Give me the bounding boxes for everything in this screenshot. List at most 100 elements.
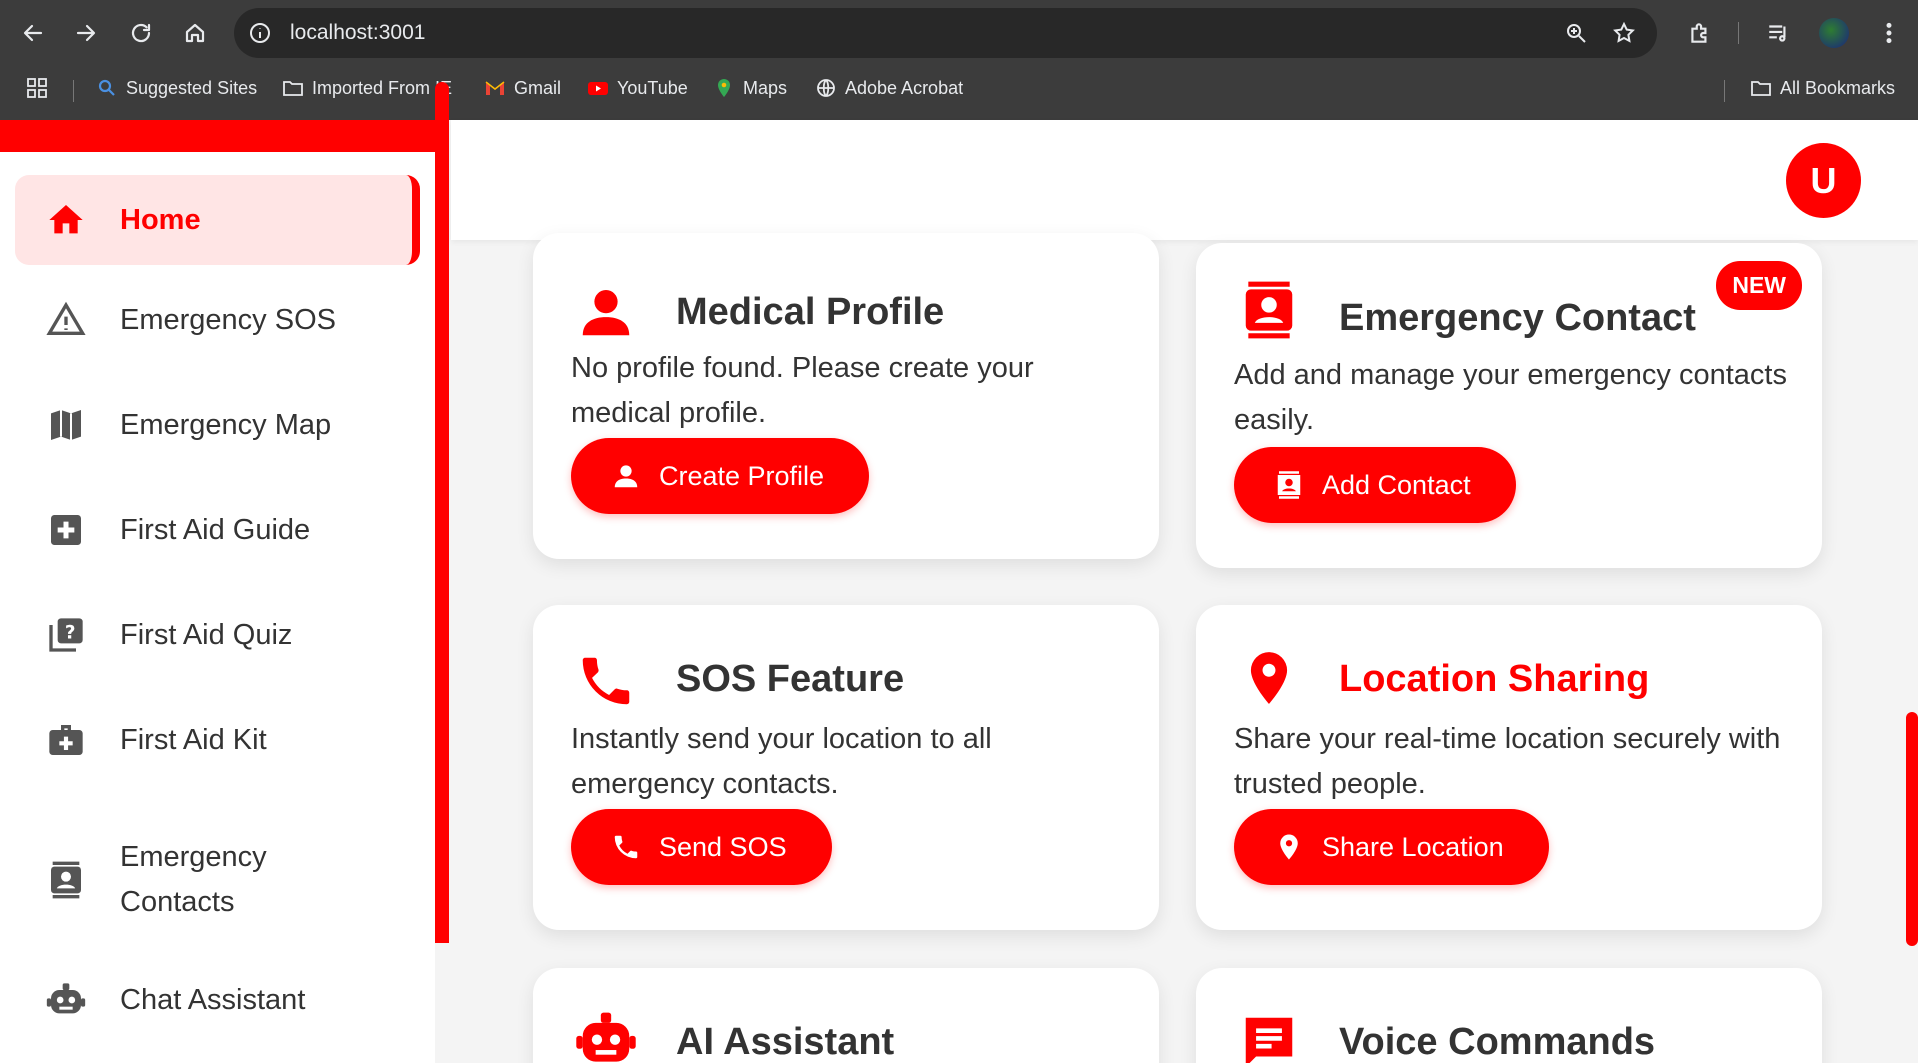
sidebar-item-label: Home — [120, 203, 201, 236]
media-queue-icon[interactable] — [1766, 20, 1792, 46]
bookmark-label: Imported From IE — [312, 77, 453, 98]
create-profile-button[interactable]: Create Profile — [571, 438, 870, 514]
youtube-icon — [587, 77, 609, 99]
bookmark-star-icon[interactable] — [1612, 21, 1636, 45]
card-title: Voice Commands — [1339, 1021, 1656, 1063]
button-label: Add Contact — [1322, 469, 1471, 500]
location-sharing-card: Location Sharing Share your real-time lo… — [1196, 605, 1822, 930]
bookmarks-divider — [1724, 80, 1725, 102]
extensions-icon[interactable] — [1687, 20, 1713, 46]
sidebar-item-label-line: Contacts — [120, 886, 235, 918]
ai-assistant-card: AI Assistant — [533, 968, 1159, 1063]
sidebar-scroll-rail[interactable] — [435, 82, 449, 943]
sidebar-item-emergency-map[interactable]: Emergency Map — [15, 390, 420, 460]
browser-home-icon — [185, 23, 205, 43]
bookmark-label: YouTube — [617, 77, 688, 98]
reload-icon — [131, 23, 151, 43]
medical-plus-icon — [45, 509, 87, 551]
location-pin-icon — [1238, 647, 1300, 709]
sidebar-item-emergency-contacts[interactable]: Emergency Contacts — [15, 825, 420, 935]
share-location-button[interactable]: Share Location — [1234, 809, 1549, 885]
toolbar-divider — [1738, 22, 1739, 44]
message-icon — [1238, 1010, 1300, 1063]
sidebar-item-label: Emergency Contacts — [120, 835, 267, 925]
card-title: Medical Profile — [676, 291, 945, 333]
site-info-icon[interactable] — [248, 21, 272, 45]
bookmark-youtube[interactable]: YouTube — [587, 76, 688, 100]
sidebar-item-first-aid-guide[interactable]: First Aid Guide — [15, 495, 420, 565]
button-label: Share Location — [1322, 831, 1504, 862]
arrow-right-icon — [76, 24, 96, 42]
emergency-contact-card: NEW Emergency Contact Add and manage you… — [1196, 243, 1822, 568]
add-contact-button[interactable]: Add Contact — [1234, 447, 1516, 523]
card-description: Add and manage your emergency contacts e… — [1234, 359, 1787, 436]
bookmark-label: Adobe Acrobat — [845, 77, 964, 98]
sidebar-accent-bar — [0, 120, 435, 152]
location-pin-icon — [1280, 834, 1298, 860]
sidebar-item-label: First Aid Kit — [120, 723, 267, 756]
browser-nav-row: localhost:3001 — [0, 0, 1918, 66]
svg-text:?: ? — [65, 622, 76, 643]
bookmark-suggested-sites[interactable]: Suggested Sites — [96, 76, 257, 100]
send-sos-button[interactable]: Send SOS — [571, 809, 832, 885]
maps-icon — [713, 77, 735, 99]
sidebar-item-label: Chat Assistant — [120, 983, 306, 1016]
phone-icon — [575, 650, 637, 712]
sidebar-item-label: Emergency Map — [120, 408, 332, 441]
arrow-left-icon — [23, 24, 43, 42]
browser-profile-avatar[interactable] — [1819, 18, 1849, 48]
home-button[interactable] — [174, 12, 216, 54]
card-title: AI Assistant — [676, 1021, 895, 1063]
phone-icon — [614, 835, 638, 859]
back-button[interactable] — [12, 12, 54, 54]
sidebar-item-emergency-sos[interactable]: Emergency SOS — [15, 285, 420, 355]
reload-button[interactable] — [120, 12, 162, 54]
sidebar-item-first-aid-quiz[interactable]: ? First Aid Quiz — [15, 600, 420, 670]
sidebar-item-home[interactable]: Home — [15, 175, 420, 265]
app-header: U — [451, 120, 1918, 240]
sidebar-item-label: First Aid Guide — [120, 513, 311, 546]
quiz-icon: ? — [45, 614, 87, 656]
browser-chrome: localhost:3001 Suggested Sites Imported … — [0, 0, 1918, 120]
all-bookmarks-label: All Bookmarks — [1780, 77, 1896, 98]
warning-icon — [45, 299, 87, 341]
main-scrollbar-thumb[interactable] — [1906, 712, 1918, 946]
card-description: No profile found. Please create your med… — [571, 352, 1034, 429]
folder-icon — [1750, 77, 1772, 99]
bookmarks-divider — [73, 80, 74, 102]
url-text: localhost:3001 — [290, 21, 426, 44]
person-icon — [614, 465, 638, 488]
button-label: Create Profile — [659, 460, 825, 491]
bookmark-imported-from-ie[interactable]: Imported From IE — [282, 76, 452, 100]
zoom-icon[interactable] — [1564, 21, 1588, 45]
address-bar[interactable]: localhost:3001 — [234, 8, 1657, 58]
user-avatar[interactable]: U — [1786, 143, 1861, 218]
button-label: Send SOS — [659, 831, 787, 862]
sidebar-item-label: First Aid Quiz — [120, 618, 293, 651]
contacts-icon — [1277, 471, 1301, 499]
bookmark-gmail[interactable]: Gmail — [484, 76, 561, 100]
home-icon — [45, 199, 87, 241]
sidebar-item-label-line: Emergency — [120, 841, 267, 873]
globe-icon — [815, 77, 837, 99]
sidebar-item-first-aid-kit[interactable]: First Aid Kit — [15, 705, 420, 775]
sidebar-item-chat-assistant[interactable]: Chat Assistant — [15, 965, 420, 1035]
bookmark-adobe-acrobat[interactable]: Adobe Acrobat — [815, 76, 963, 100]
medkit-icon — [45, 719, 87, 761]
forward-button[interactable] — [65, 12, 107, 54]
card-title: SOS Feature — [676, 658, 905, 700]
map-icon — [45, 404, 87, 446]
folder-icon — [282, 77, 304, 99]
bookmarks-bar: Suggested Sites Imported From IE Gmail Y… — [0, 66, 1918, 110]
bookmark-maps[interactable]: Maps — [713, 76, 787, 100]
gmail-icon — [484, 77, 506, 99]
all-bookmarks-button[interactable]: All Bookmarks — [1750, 76, 1895, 100]
sidebar-item-label: Emergency SOS — [120, 303, 336, 336]
apps-grid-icon[interactable] — [26, 76, 48, 100]
more-menu-icon[interactable] — [1876, 20, 1902, 46]
sidebar: Home Emergency SOS Emergency Map First A… — [0, 120, 435, 1063]
person-icon — [575, 281, 637, 343]
card-description: Instantly send your location to all emer… — [571, 723, 992, 800]
card-title: Emergency Contact — [1339, 297, 1696, 339]
contacts-icon — [45, 859, 87, 901]
